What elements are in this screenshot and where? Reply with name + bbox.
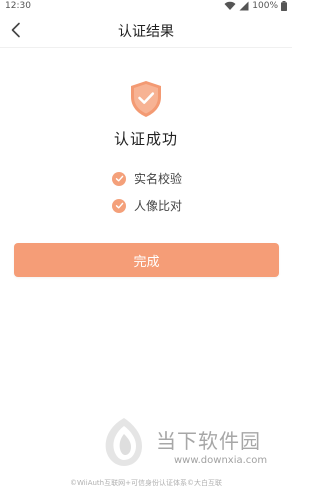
watermark-title: 当下软件园	[156, 429, 261, 453]
check-circle-icon	[112, 198, 126, 213]
nav-bar: 认证结果	[0, 14, 292, 48]
check-item-label: 人像比对	[134, 199, 183, 213]
watermark-logo-icon	[105, 418, 142, 466]
result-title: 认证成功	[113, 130, 178, 148]
page-title: 认证结果	[118, 24, 174, 40]
done-button[interactable]: 完成	[14, 243, 279, 277]
status-bar: 12:30 100%	[0, 0, 292, 14]
status-icons: 100%	[224, 1, 287, 11]
shield-check-icon	[131, 81, 161, 117]
nav-divider	[0, 47, 292, 48]
check-item-realname: 实名校验	[112, 170, 182, 187]
wifi-icon	[224, 1, 236, 10]
watermark-url: www.downxia.com	[174, 455, 268, 466]
check-item-label: 实名校验	[134, 172, 183, 186]
battery-icon	[281, 1, 287, 11]
signal-icon	[239, 1, 249, 11]
check-item-face-compare: 人像比对	[112, 197, 182, 214]
footer-note: ©WiiAuth互联网+可信身份认证体系©大白互联	[70, 479, 222, 487]
battery-percent: 100%	[252, 1, 278, 11]
status-time: 12:30	[5, 1, 31, 11]
check-circle-icon	[112, 171, 126, 186]
